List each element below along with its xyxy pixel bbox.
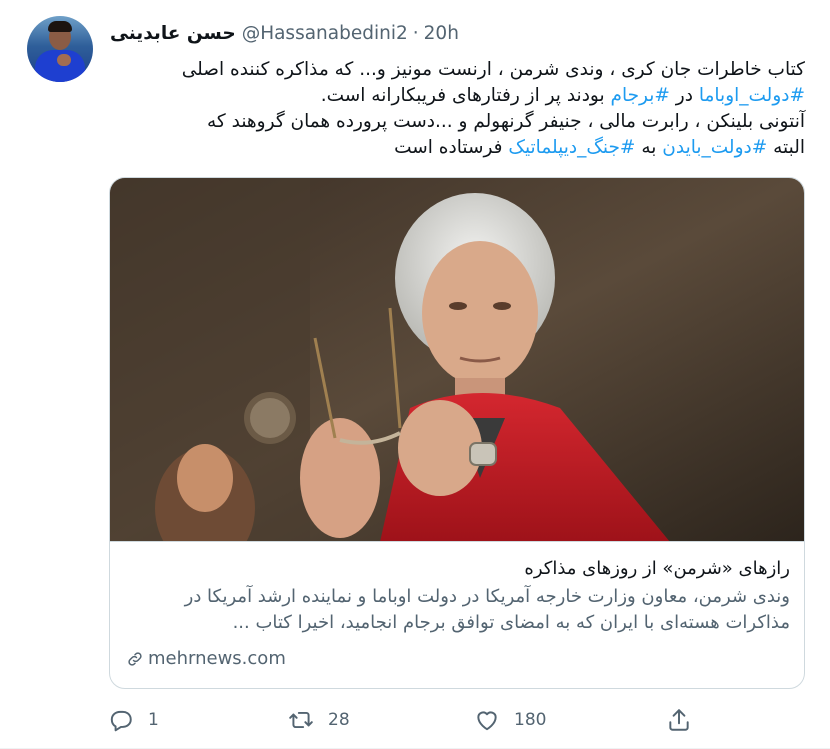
tweet-text: کتاب خاطرات جان کری ، وندی شرمن ، ارنست … <box>110 57 805 161</box>
tweet-text-segment: البته <box>767 137 805 158</box>
tweet[interactable]: حسن عابدینی @Hassanabedini2 · 20h کتاب خ… <box>0 0 830 749</box>
tweet-text-segment: کتاب خاطرات جان کری ، وندی شرمن ، ارنست … <box>181 59 805 80</box>
link-icon <box>128 651 142 666</box>
avatar[interactable] <box>27 16 93 82</box>
author-name[interactable]: حسن عابدینی <box>110 23 236 44</box>
like-count: 180 <box>514 710 547 730</box>
card-description-line: مذاکرات هسته‌ای با ایران که به امضای توا… <box>232 612 790 633</box>
retweet-count: 28 <box>328 710 350 730</box>
card-meta: رازهای «شرمن» از روزهای مذاکره وندی شرمن… <box>110 542 804 688</box>
tweet-text-line: #دولت_اوباما در #برجام بودند پر از رفتار… <box>110 83 805 109</box>
tweet-actions: 1 28 180 <box>0 700 830 740</box>
hashtag-link[interactable]: #برجام <box>611 85 670 106</box>
tweet-text-segment: بودند پر از رفتارهای فریبکارانه است. <box>320 85 611 106</box>
tweet-text-line: البته #دولت_بایدن به #جنگ_دیپلماتیک فرست… <box>110 135 805 161</box>
share-button[interactable] <box>666 700 692 740</box>
card-title: رازهای «شرمن» از روزهای مذاکره <box>524 558 790 579</box>
tweet-text-segment: فرستاده است <box>394 137 509 158</box>
like-button[interactable]: 180 <box>474 700 546 740</box>
tweet-text-segment: در <box>669 85 699 106</box>
card-description: وندی شرمن، معاون وزارت خارجه آمریکا در د… <box>124 584 790 636</box>
card-domain: mehrnews.com <box>126 648 286 669</box>
tweet-text-segment: به <box>635 137 663 158</box>
card-domain-text: mehrnews.com <box>148 648 286 669</box>
card-image[interactable] <box>110 178 804 542</box>
reply-icon <box>110 710 132 732</box>
hashtag-link[interactable]: #جنگ_دیپلماتیک <box>508 137 635 158</box>
share-icon <box>669 709 689 731</box>
retweet-button[interactable]: 28 <box>288 700 350 740</box>
hashtag-link[interactable]: #دولت_بایدن <box>662 137 767 158</box>
reply-button[interactable]: 1 <box>108 700 159 740</box>
card-description-line: وندی شرمن، معاون وزارت خارجه آمریکا در د… <box>184 586 790 607</box>
reply-count: 1 <box>148 710 159 730</box>
retweet-icon <box>289 711 313 729</box>
separator-dot: · <box>412 22 419 44</box>
heart-icon <box>477 711 497 731</box>
link-card[interactable]: رازهای «شرمن» از روزهای مذاکره وندی شرمن… <box>109 177 805 689</box>
timestamp[interactable]: 20h <box>424 23 459 44</box>
tweet-text-line: آنتونی بلینکن ، رابرت مالی ، جنیفر گرنهو… <box>110 109 805 135</box>
tweet-text-segment: آنتونی بلینکن ، رابرت مالی ، جنیفر گرنهو… <box>207 111 805 132</box>
hashtag-link[interactable]: #دولت_اوباما <box>699 85 805 106</box>
tweet-text-line: کتاب خاطرات جان کری ، وندی شرمن ، ارنست … <box>110 57 805 83</box>
tweet-header: حسن عابدینی @Hassanabedini2 · 20h <box>110 20 459 46</box>
author-handle[interactable]: @Hassanabedini2 <box>242 23 408 44</box>
